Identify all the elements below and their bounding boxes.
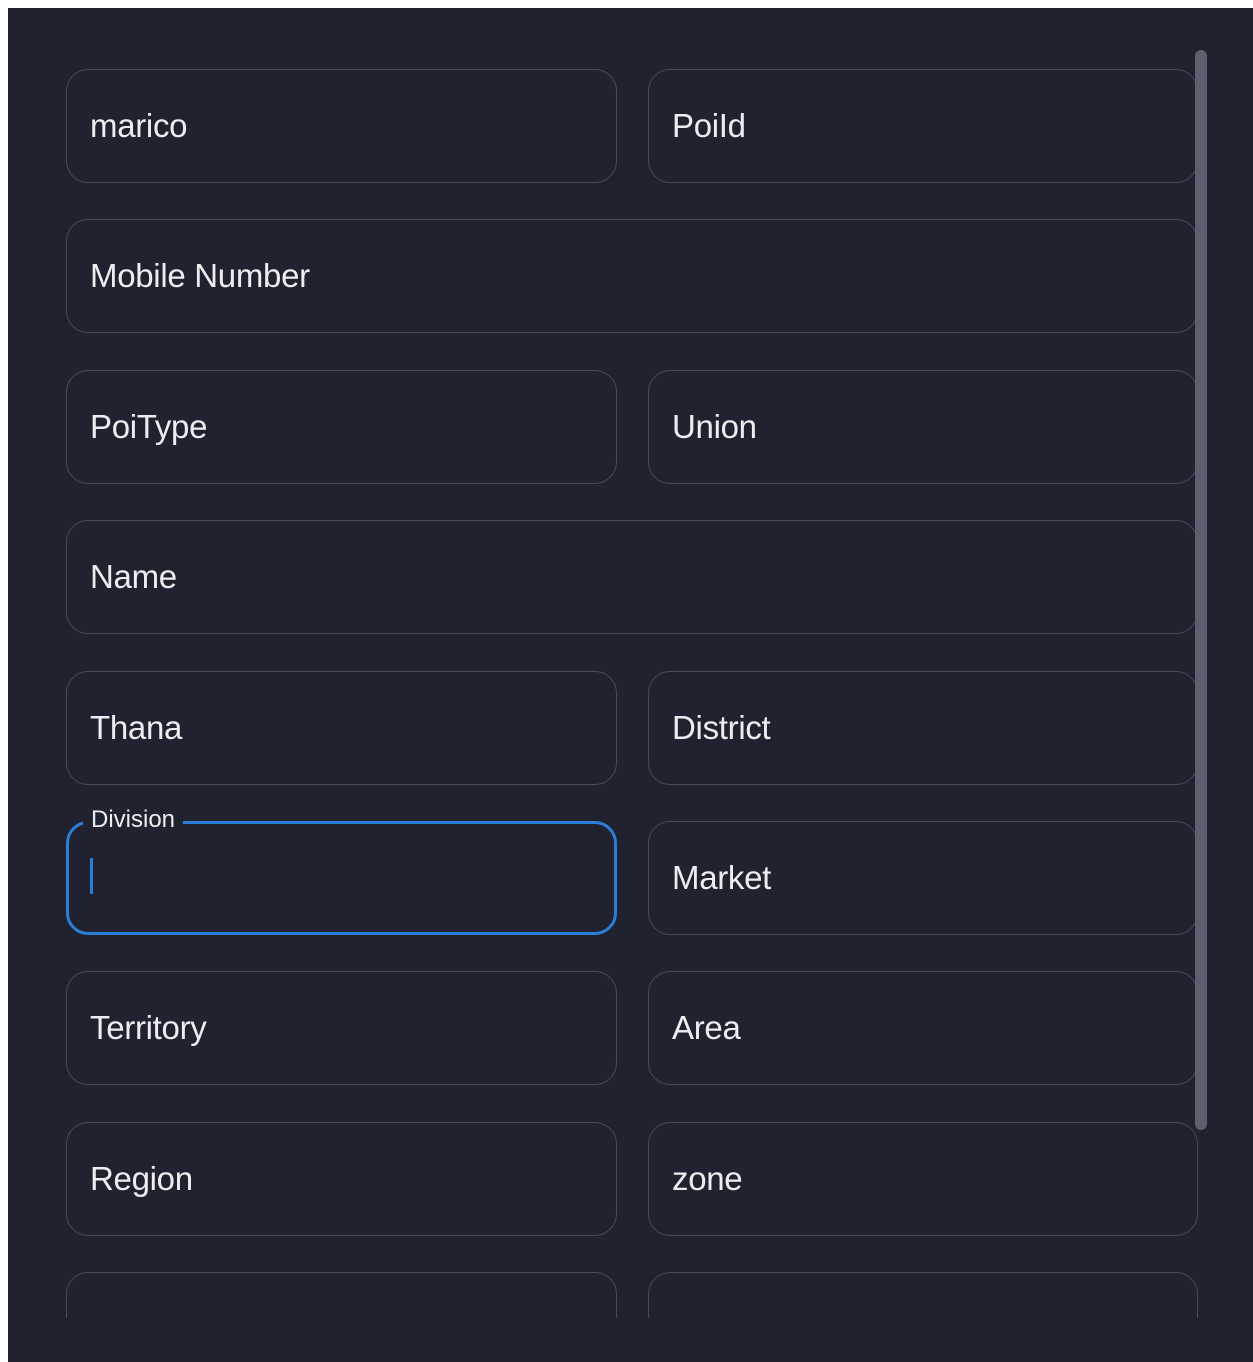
form-panel: marico PoiId Mobile Number PoiType Union… [8,8,1253,1362]
poiid-field-label: PoiId [672,107,746,144]
text-caret [90,858,93,894]
poitype-field[interactable]: PoiType [66,370,617,484]
zone-field[interactable]: zone [648,1122,1198,1236]
area-field[interactable]: Area [648,971,1198,1085]
district-field-label: District [672,709,771,746]
partial-field-left[interactable] [66,1272,617,1318]
division-field[interactable]: Division [66,806,617,935]
market-field-label: Market [672,859,772,896]
poitype-field-label: PoiType [90,408,208,445]
union-field-label: Union [672,408,757,445]
region-field-label: Region [90,1160,193,1197]
district-field[interactable]: District [648,671,1198,785]
name-field[interactable]: Name [66,520,1198,634]
territory-field[interactable]: Territory [66,971,617,1085]
division-field-label: Division [83,806,184,834]
name-field-label: Name [90,558,177,595]
form-scroll-area[interactable]: marico PoiId Mobile Number PoiType Union… [8,8,1253,1318]
poiid-field[interactable]: PoiId [648,69,1198,183]
thana-field-label: Thana [90,709,183,746]
scrollbar-thumb[interactable] [1195,50,1207,1130]
zone-field-label: zone [672,1160,743,1197]
mobile-number-field[interactable]: Mobile Number [66,219,1198,333]
mobile-number-field-label: Mobile Number [90,257,310,294]
scrollbar[interactable] [1193,50,1209,1130]
region-field[interactable]: Region [66,1122,617,1236]
area-field-label: Area [672,1009,741,1046]
partial-field-right[interactable] [648,1272,1198,1318]
marico-field[interactable]: marico [66,69,617,183]
market-field[interactable]: Market [648,821,1198,935]
territory-field-label: Territory [90,1009,207,1046]
union-field[interactable]: Union [648,370,1198,484]
marico-field-label: marico [90,107,188,144]
thana-field[interactable]: Thana [66,671,617,785]
